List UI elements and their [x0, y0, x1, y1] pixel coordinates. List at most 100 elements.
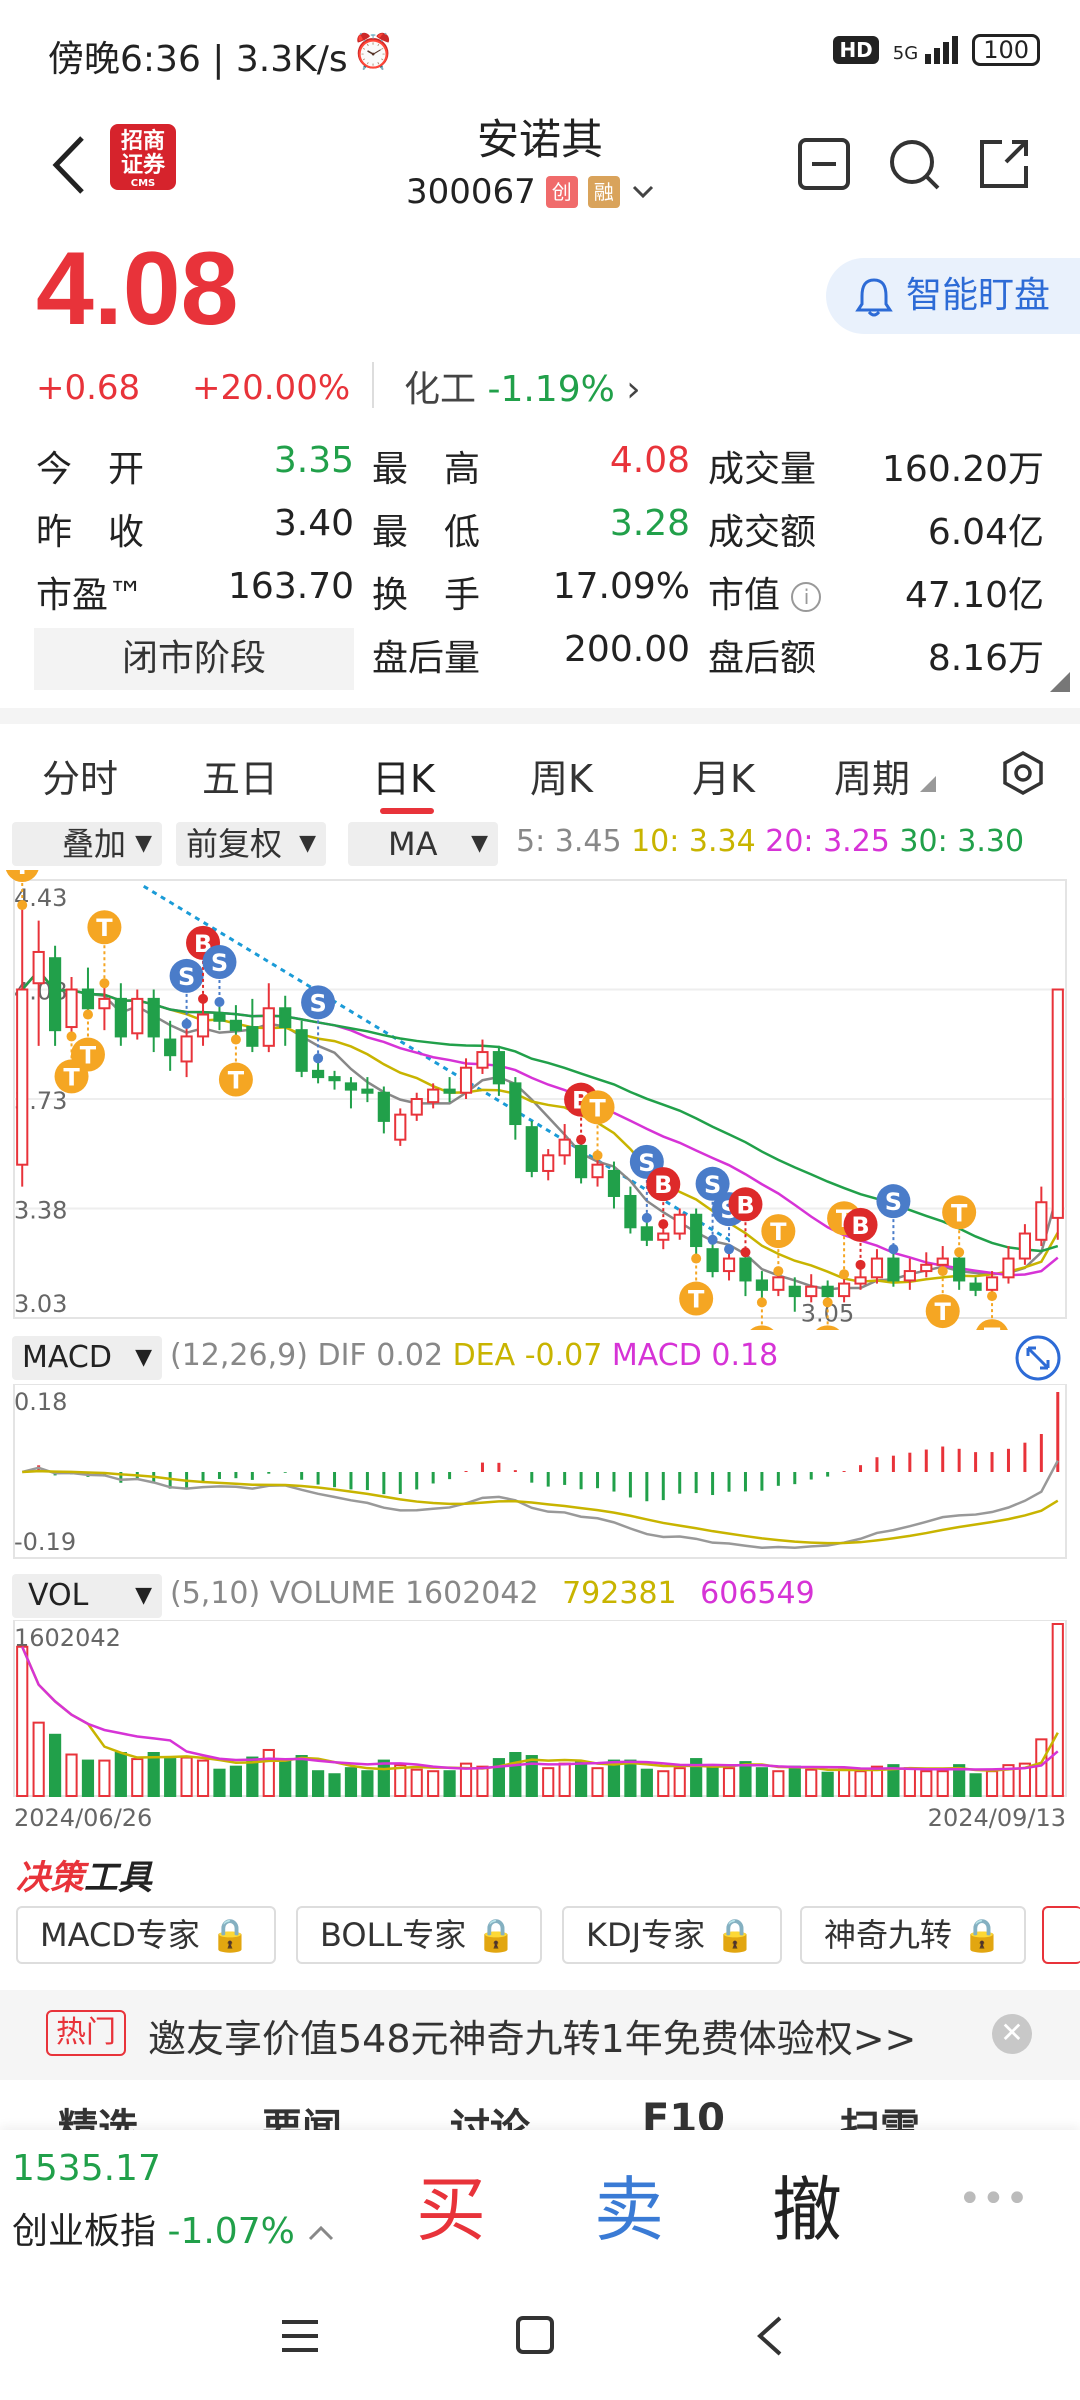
volume-bar	[344, 1767, 358, 1797]
more-tool-button[interactable]	[1042, 1906, 1080, 1964]
marker-dot	[740, 1247, 751, 1258]
home-icon[interactable]	[514, 2314, 556, 2356]
tab-five-day[interactable]: 五日	[202, 748, 278, 803]
candle-body	[624, 1194, 637, 1229]
mcap-label-group[interactable]: 市值 i	[708, 566, 822, 618]
volume-bar	[262, 1748, 275, 1797]
promo-banner[interactable]: 热门 邀友享价值548元神奇九转1年免费体验权>> ✕	[0, 1990, 1080, 2080]
marker-dot	[17, 900, 28, 911]
chart-period-tabs: 分时 五日 日K 周K 月K 周期	[0, 740, 1080, 820]
chevron-down-icon	[632, 185, 653, 199]
candle-body	[870, 1257, 884, 1279]
smart-monitor-button[interactable]: 智能盯盘	[826, 258, 1080, 334]
expand-corner-icon[interactable]	[1050, 672, 1070, 692]
volume-bar	[591, 1767, 604, 1797]
section-separator	[0, 708, 1080, 724]
dea-label: DEA	[452, 1338, 516, 1373]
magic-nine-button[interactable]: 神奇九转 🔒	[800, 1906, 1026, 1964]
volume-value: 160.20万	[882, 449, 1044, 490]
stock-code-selector[interactable]: 300067 创 融	[406, 172, 656, 212]
boll-expert-button[interactable]: BOLL专家 🔒	[296, 1906, 542, 1964]
candle-body	[936, 1257, 949, 1266]
prev-close-label: 昨 收	[36, 512, 145, 553]
tab-monthly-k[interactable]: 月K	[692, 748, 755, 803]
sector-link[interactable]: 化工 -1.19% ›	[404, 360, 641, 412]
cancel-order-button[interactable]: 撤	[772, 2154, 842, 2255]
more-dots-icon[interactable]: •••	[958, 2176, 1029, 2222]
macd-values: (12,26,9) DIF 0.02 DEA -0.07 MACD 0.18	[170, 1338, 778, 1373]
buy-button[interactable]: 买	[416, 2154, 486, 2255]
candle-body	[1002, 1257, 1015, 1279]
open-label: 今 开	[36, 449, 145, 490]
candle-body	[574, 1144, 588, 1179]
volume-bar	[854, 1770, 867, 1797]
volume-max-label: 1602042	[14, 1624, 121, 1652]
share-icon[interactable]	[976, 136, 1032, 192]
after-hours-volume-value: 200.00	[564, 629, 690, 670]
candle-body	[65, 988, 78, 1029]
marker-dot	[198, 993, 209, 1004]
signal-marker-label: S	[885, 1188, 902, 1216]
after-hours-amount-value: 8.16万	[927, 638, 1044, 679]
candle-body	[16, 988, 29, 1166]
amount-label: 成交额	[708, 512, 817, 553]
candle-body	[722, 1257, 736, 1273]
volume-bar	[476, 1765, 489, 1798]
macd-min-label: -0.19	[14, 1528, 76, 1556]
candle-body	[558, 1138, 571, 1157]
volume-bar	[558, 1762, 571, 1798]
caret-down-icon: ▼	[299, 831, 316, 856]
tab-weekly-k[interactable]: 周K	[530, 748, 593, 803]
candle-body	[98, 997, 111, 1010]
marker-dot	[773, 1266, 784, 1277]
tab-daily-k[interactable]: 日K	[372, 748, 435, 803]
macd-value-label: MACD	[611, 1338, 702, 1373]
candle-body	[1035, 1201, 1048, 1241]
volume-bar	[65, 1753, 78, 1798]
candlestick-chart[interactable]: 4.434.083.733.383.033.05TTTTSBSTSBTSBTSS…	[0, 870, 1080, 1330]
fullscreen-icon[interactable]	[1014, 1334, 1062, 1382]
hot-tag: 热门	[46, 2010, 126, 2056]
candle-body	[854, 1276, 867, 1285]
settings-hex-icon[interactable]	[1000, 750, 1046, 796]
sell-button[interactable]: 卖	[594, 2154, 664, 2255]
ma-dropdown[interactable]: MA ▼	[348, 822, 498, 866]
mcap-value: 47.10亿	[904, 575, 1044, 616]
caret-down-icon: ▼	[471, 831, 488, 856]
close-icon[interactable]: ✕	[992, 2014, 1032, 2054]
candle-body	[1018, 1232, 1032, 1260]
macd-expert-button[interactable]: MACD专家 🔒	[16, 1906, 276, 1964]
signal-marker-label: T	[228, 1067, 245, 1095]
index-ticker[interactable]: 创业板指 -1.07%	[12, 2202, 336, 2254]
menu-icon[interactable]	[278, 2316, 322, 2356]
ma-label: MA	[388, 825, 438, 863]
kdj-expert-button[interactable]: KDJ专家 🔒	[562, 1906, 782, 1964]
lock-icon: 🔒	[476, 1916, 517, 1954]
adjust-label: 前复权	[186, 825, 283, 863]
nav-back-icon[interactable]	[752, 2314, 788, 2358]
index-name: 创业板指	[12, 2211, 157, 2252]
marker-dot	[82, 1009, 93, 1020]
vol-values: (5,10) VOLUME 1602042 792381 606549	[170, 1576, 815, 1611]
minus-square-icon[interactable]	[796, 136, 852, 192]
candle-body	[492, 1051, 506, 1085]
tab-period[interactable]: 周期	[834, 748, 910, 803]
candle-body	[657, 1232, 670, 1241]
volume-bar	[821, 1771, 834, 1798]
volume-bar	[377, 1759, 390, 1798]
search-icon[interactable]	[886, 136, 942, 192]
macd-dropdown[interactable]: MACD ▼	[12, 1336, 162, 1380]
overlay-dropdown[interactable]: 叠加 ▼	[12, 822, 162, 866]
volume-bar	[903, 1767, 916, 1797]
tab-intraday[interactable]: 分时	[42, 748, 118, 803]
candle-body	[443, 1088, 456, 1094]
marker-dot	[888, 1244, 899, 1255]
chevron-up-icon	[309, 2225, 334, 2241]
candle-body	[953, 1257, 966, 1282]
lock-icon: 🔒	[715, 1916, 756, 1954]
marker-dot	[954, 1247, 965, 1258]
adjust-dropdown[interactable]: 前复权 ▼	[176, 822, 326, 866]
vol-dropdown[interactable]: VOL ▼	[12, 1574, 162, 1618]
volume-bar	[985, 1770, 999, 1797]
ma-values: 5: 3.45 10: 3.34 20: 3.25 30: 3.30	[516, 824, 1024, 859]
